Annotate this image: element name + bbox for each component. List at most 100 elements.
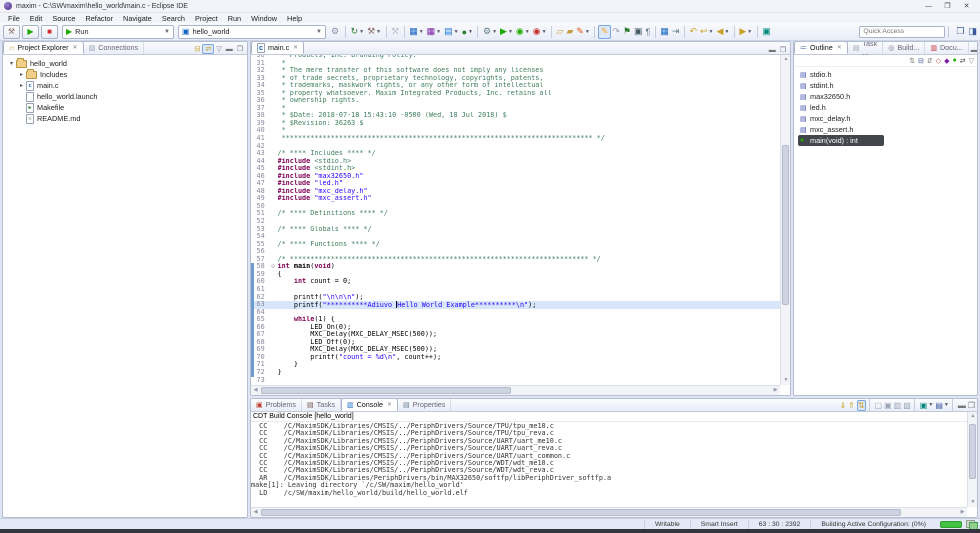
tab-outline[interactable]: ≔Outline✕ — [794, 41, 848, 54]
expander-icon[interactable]: ▾ — [7, 60, 16, 67]
outline-item-mxc-assert-h[interactable]: ▤mxc_assert.h — [794, 124, 977, 135]
new-cpp-class-icon[interactable]: ▦▼ — [425, 25, 442, 39]
minimize-button[interactable]: — — [919, 1, 938, 12]
word-wrap-icon[interactable]: ⇥ — [670, 25, 681, 39]
code-line[interactable]: 47#include "led.h" — [251, 180, 780, 188]
menu-edit[interactable]: Edit — [25, 14, 48, 23]
minimize-view-icon[interactable]: ▬ — [224, 46, 235, 53]
search-icon[interactable]: ●▼ — [460, 25, 474, 39]
forward-icon[interactable]: ▶▼ — [738, 25, 754, 39]
outline-item-mxc-delay-h[interactable]: ▤mxc_delay.h — [794, 113, 977, 124]
launch-target-combo[interactable]: ▣ hello_world ▼ — [178, 25, 326, 39]
last-edit-location-icon[interactable]: ↶ — [688, 25, 699, 39]
scrollbar-thumb[interactable] — [969, 424, 976, 479]
scrollbar-thumb[interactable] — [261, 387, 511, 394]
code-line[interactable]: 39 * $Revision: 36263 $ — [251, 120, 780, 128]
tab-tasks[interactable]: ▤Tasks — [302, 398, 341, 411]
code-line[interactable]: 63 printf("**********Adiuvo Hello World … — [251, 301, 780, 309]
build-button[interactable]: ⚒ — [3, 25, 20, 39]
debug-config-icon[interactable]: ⚙▼ — [481, 25, 498, 39]
perspective-cpp-icon[interactable]: ❒ — [956, 26, 964, 36]
code-line[interactable]: 57/* ***********************************… — [251, 256, 780, 264]
tree-item-readme-md[interactable]: ≡README.md — [3, 113, 247, 124]
scroll-up-arrow-icon[interactable]: ▲ — [968, 412, 978, 421]
code-line[interactable]: 44#include <stdio.h> — [251, 158, 780, 166]
tree-item-hello-world[interactable]: ▾hello_world — [3, 58, 247, 69]
outline-item-led-h[interactable]: ▤led.h — [794, 102, 977, 113]
scroll-left-arrow-icon[interactable]: ◀ — [251, 386, 260, 395]
code-line[interactable]: 42 — [251, 143, 780, 151]
code-line[interactable]: 49#include "mxc_assert.h" — [251, 195, 780, 203]
menu-run[interactable]: Run — [223, 14, 246, 23]
quick-access-input[interactable] — [859, 26, 945, 38]
editor-horizontal-scrollbar[interactable]: ◀ ▶ — [251, 385, 780, 395]
code-line[interactable]: 41 *************************************… — [251, 135, 780, 143]
code-line[interactable]: 64 — [251, 309, 780, 317]
scroll-right-arrow-icon[interactable]: ▶ — [958, 508, 967, 517]
fold-minus-icon[interactable]: ⊖ — [269, 263, 278, 271]
scroll-lock-icon[interactable]: ⇅ — [857, 400, 866, 411]
code-line[interactable]: 68 LED_Off(0); — [251, 339, 780, 347]
back-icon[interactable]: ◀▼ — [715, 25, 731, 39]
code-line[interactable]: 37 * — [251, 105, 780, 113]
menu-help[interactable]: Help — [282, 14, 307, 23]
editor-vertical-scrollbar[interactable]: ▲ ▼ — [780, 55, 790, 385]
code-line[interactable]: 51/* **** Definitions **** */ — [251, 210, 780, 218]
code-line[interactable]: 43/* **** Includes **** */ — [251, 150, 780, 158]
view-menu-icon[interactable]: ▽ — [969, 57, 974, 65]
scroll-down-arrow-icon[interactable]: ▼ — [968, 498, 978, 507]
scrollbar-thumb[interactable] — [261, 509, 901, 516]
code-editor[interactable]: 30 * Products, Inc. Branding Policy.31 *… — [251, 55, 780, 385]
menu-window[interactable]: Window — [246, 14, 282, 23]
hide-non-public-icon[interactable]: ● — [953, 57, 957, 64]
run-config-icon[interactable]: ▶▼ — [499, 25, 515, 39]
close-button[interactable]: ✕ — [957, 1, 976, 12]
background-jobs-icon[interactable] — [966, 520, 976, 528]
code-line[interactable]: 62 printf("\n\n\n"); — [251, 294, 780, 302]
close-icon[interactable]: ✕ — [73, 44, 78, 51]
tab-task-[interactable]: ▤Task ... — [848, 41, 883, 54]
code-line[interactable]: 46#include "max32650.h" — [251, 173, 780, 181]
tab-properties[interactable]: ▤Properties — [398, 398, 451, 411]
target-settings-gear-icon[interactable]: ⚙ — [331, 26, 339, 37]
code-line[interactable]: 59{ — [251, 271, 780, 279]
menu-file[interactable]: File — [3, 14, 25, 23]
hide-fields-icon[interactable]: ◇ — [936, 57, 941, 65]
close-icon[interactable]: ✕ — [387, 401, 392, 408]
open-console-icon[interactable]: ▣ — [920, 401, 928, 410]
scroll-up-icon[interactable]: ⇑ — [848, 401, 855, 410]
console-vertical-scrollbar[interactable]: ▲ ▼ — [967, 412, 977, 507]
code-line[interactable]: 65 while(1) { — [251, 316, 780, 324]
code-line[interactable]: 38 * $Date: 2018-07-18 15:43:10 -0500 (W… — [251, 112, 780, 120]
code-line[interactable]: 58⊖int main(void) — [251, 263, 780, 271]
build-all-icon[interactable]: ⚒ — [390, 25, 401, 39]
stop-button[interactable]: ■ — [41, 25, 58, 39]
menu-search[interactable]: Search — [157, 14, 190, 23]
menu-navigate[interactable]: Navigate — [118, 14, 157, 23]
code-line[interactable]: 32 * The mere transfer of this software … — [251, 67, 780, 75]
scroll-down-icon[interactable]: ⇓ — [839, 401, 846, 410]
tree-item-makefile[interactable]: ▸Makefile — [3, 102, 247, 113]
menu-source[interactable]: Source — [47, 14, 80, 23]
previous-location-icon[interactable]: ↩▼ — [699, 25, 716, 39]
link-with-editor-icon[interactable]: ⇄ — [960, 57, 966, 65]
menu-refactor[interactable]: Refactor — [80, 14, 118, 23]
run-button[interactable]: ▶ — [22, 25, 39, 39]
minimize-view-icon[interactable]: ▬ — [969, 47, 978, 54]
tab-project-explorer[interactable]: ▱Project Explorer✕ — [3, 41, 84, 54]
console-output[interactable]: CC /C/MaximSDK/Libraries/CMSIS/../Periph… — [251, 423, 967, 507]
hide-static-icon[interactable]: ◆ — [944, 57, 949, 65]
code-line[interactable]: 60 int count = 0; — [251, 278, 780, 286]
code-line[interactable]: 33 * of trade secrets, proprietary techn… — [251, 75, 780, 83]
code-line[interactable]: 50 — [251, 203, 780, 211]
clear-console-icon[interactable]: ▢ — [875, 401, 883, 410]
code-line[interactable]: 31 * — [251, 60, 780, 68]
show-whitespace-icon[interactable]: ¶ — [644, 25, 652, 39]
code-line[interactable]: 55/* **** Functions **** */ — [251, 241, 780, 249]
console-horizontal-scrollbar[interactable]: ◀ ▶ — [251, 507, 967, 517]
tree-item-main-c[interactable]: ▸cmain.c — [3, 80, 247, 91]
code-line[interactable]: 56 — [251, 248, 780, 256]
new-c-file-icon[interactable]: ▤▼ — [443, 25, 460, 39]
remove-launch-icon[interactable]: ▨ — [903, 401, 911, 410]
maximize-button[interactable]: ❐ — [938, 1, 957, 12]
